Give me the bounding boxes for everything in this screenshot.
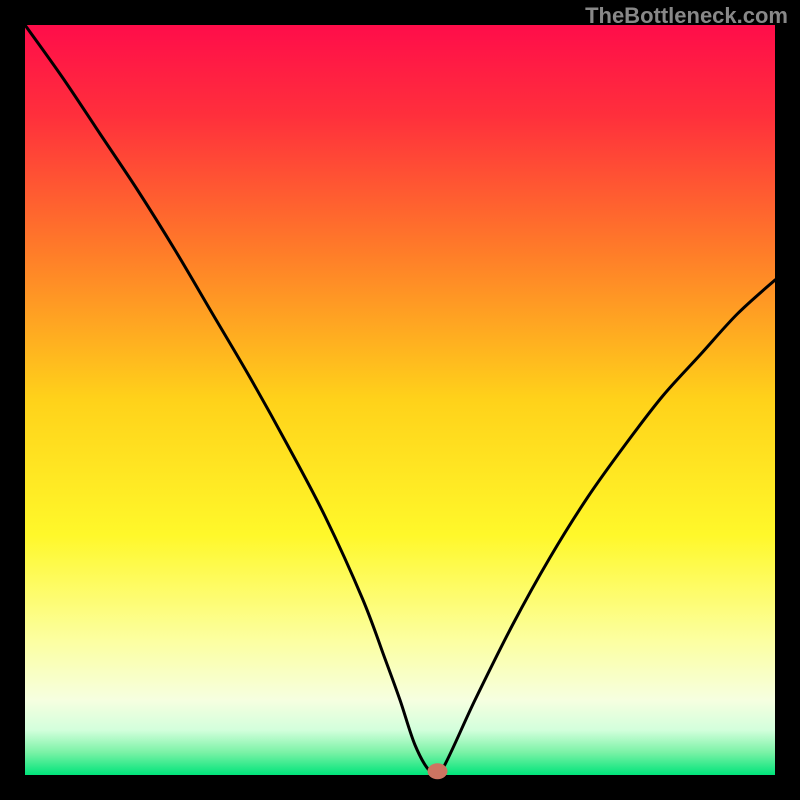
watermark-text: TheBottleneck.com: [585, 3, 788, 29]
optimal-point-marker: [428, 763, 448, 779]
chart-wrapper: TheBottleneck.com: [0, 0, 800, 800]
plot-background: [25, 25, 775, 775]
bottleneck-chart: [0, 0, 800, 800]
